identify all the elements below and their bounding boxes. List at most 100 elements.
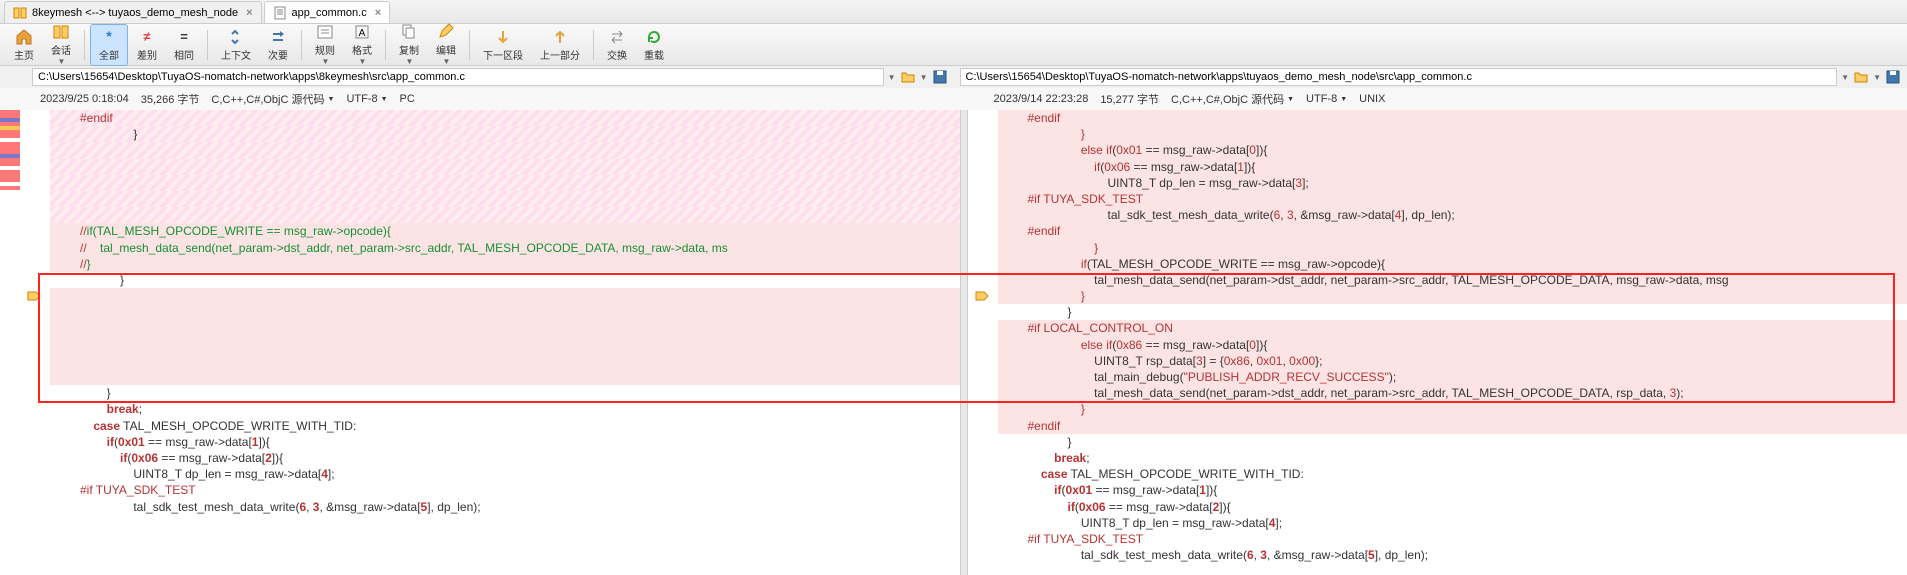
info-right: 2023/9/14 22:23:28 15,277 字节 C,C++,C#,Ob… bbox=[954, 88, 1907, 110]
toolbar: 主页 会话▼ *全部 ≠差别 =相同 上下文 次要 规则▼ A格式▼ 复制▼ 编… bbox=[0, 24, 1907, 66]
svg-text:A: A bbox=[359, 28, 366, 39]
path-left: ▼ ▼ bbox=[0, 66, 954, 88]
toolbar-label: 上下文 bbox=[221, 47, 251, 62]
all-icon: * bbox=[100, 28, 118, 46]
editor-pane-left[interactable]: #endif } //if(TAL_MESH_OPCODE_WRITE == m… bbox=[20, 110, 960, 575]
reload-button[interactable]: 重载 bbox=[636, 25, 672, 65]
session-icon bbox=[52, 23, 70, 41]
toolbar-label: 次要 bbox=[268, 47, 288, 62]
info-encoding[interactable]: UTF-8▼ bbox=[346, 93, 387, 105]
same-button[interactable]: = 相同 bbox=[166, 25, 202, 65]
copy-button[interactable]: 复制▼ bbox=[391, 20, 427, 69]
close-icon[interactable]: × bbox=[375, 7, 381, 19]
context-button[interactable]: 上下文 bbox=[213, 25, 259, 65]
code-text: #if TUYA_SDK_TEST bbox=[80, 483, 196, 497]
next-icon bbox=[269, 28, 287, 46]
close-icon[interactable]: × bbox=[246, 7, 252, 19]
next-button[interactable]: 次要 bbox=[260, 25, 296, 65]
save-icon[interactable] bbox=[932, 69, 948, 85]
tab-compare[interactable]: 8keymesh <--> tuyaos_demo_mesh_node × bbox=[4, 1, 262, 23]
minimap-marks[interactable] bbox=[0, 110, 20, 575]
save-icon[interactable] bbox=[1885, 69, 1901, 85]
code-text: } bbox=[87, 257, 91, 271]
file-icon bbox=[273, 6, 287, 20]
path-input-left[interactable] bbox=[32, 68, 884, 86]
chevron-down-icon: ▼ bbox=[322, 57, 330, 66]
home-button[interactable]: 主页 bbox=[6, 25, 42, 65]
code-content-right: #endif } else if(0x01 == msg_raw->data[0… bbox=[998, 110, 1907, 563]
code-text: #endif bbox=[80, 111, 113, 125]
svg-text:*: * bbox=[106, 28, 112, 44]
code-text: } bbox=[80, 273, 124, 287]
folder-open-icon[interactable] bbox=[900, 69, 916, 85]
svg-text:=: = bbox=[180, 29, 188, 44]
chevron-down-icon[interactable]: ▼ bbox=[888, 73, 896, 82]
editor-pane-right[interactable]: #endif } else if(0x01 == msg_raw->data[0… bbox=[968, 110, 1907, 575]
toolbar-label: 重载 bbox=[644, 47, 664, 62]
info-lang[interactable]: C,C++,C#,ObjC 源代码▼ bbox=[211, 91, 334, 107]
session-button[interactable]: 会话▼ bbox=[43, 20, 79, 69]
info-lang[interactable]: C,C++,C#,ObjC 源代码▼ bbox=[1171, 91, 1294, 107]
tabs-bar: 8keymesh <--> tuyaos_demo_mesh_node × ap… bbox=[0, 0, 1907, 24]
separator bbox=[301, 30, 302, 60]
toolbar-label: 差别 bbox=[137, 47, 157, 62]
info-left: 2023/9/25 0:18:04 35,266 字节 C,C++,C#,Obj… bbox=[0, 88, 954, 110]
tab-label: 8keymesh <--> tuyaos_demo_mesh_node bbox=[32, 7, 238, 19]
chevron-down-icon: ▼ bbox=[443, 57, 451, 66]
arrows-icon bbox=[227, 28, 245, 46]
info-size: 35,266 字节 bbox=[141, 91, 200, 107]
chevron-down-icon[interactable]: ▼ bbox=[1841, 73, 1849, 82]
toolbar-label: 会话 bbox=[51, 42, 71, 57]
chevron-down-icon[interactable]: ▼ bbox=[920, 73, 928, 82]
chevron-down-icon: ▼ bbox=[406, 57, 414, 66]
code-text: } bbox=[1028, 241, 1099, 255]
diff-button[interactable]: ≠ 差别 bbox=[129, 25, 165, 65]
info-date: 2023/9/14 22:23:28 bbox=[994, 93, 1089, 105]
prevsection-button[interactable]: 上一部分 bbox=[532, 25, 588, 65]
diff-arrow-icon[interactable] bbox=[972, 288, 992, 304]
nextsection-button[interactable]: 下一区段 bbox=[475, 25, 531, 65]
chevron-down-icon: ▼ bbox=[359, 57, 367, 66]
all-button[interactable]: *全部 bbox=[90, 24, 128, 66]
swap-button[interactable]: 交换 bbox=[599, 25, 635, 65]
info-encoding[interactable]: UTF-8▼ bbox=[1306, 93, 1347, 105]
path-right: ▼ ▼ bbox=[954, 66, 1907, 88]
toolbar-label: 格式 bbox=[352, 42, 372, 57]
code-text: if(TAL_MESH_OPCODE_WRITE == msg_raw->opc… bbox=[87, 224, 391, 238]
info-size: 15,277 字节 bbox=[1100, 91, 1159, 107]
folder-open-icon[interactable] bbox=[1853, 69, 1869, 85]
code-text: #endif bbox=[1028, 419, 1061, 433]
code-text: tal_mesh_data_send(net_param->dst_addr, … bbox=[87, 241, 728, 255]
format-icon: A bbox=[353, 23, 371, 41]
separator bbox=[469, 30, 470, 60]
code-text: #if LOCAL_CONTROL_ON bbox=[1028, 321, 1173, 335]
toolbar-label: 下一区段 bbox=[483, 47, 523, 62]
editor-area: #endif } //if(TAL_MESH_OPCODE_WRITE == m… bbox=[0, 110, 1907, 575]
path-input-right[interactable] bbox=[960, 68, 1838, 86]
code-text: } bbox=[80, 386, 111, 400]
rules-button[interactable]: 规则▼ bbox=[307, 20, 343, 69]
diff-arrow-icon[interactable] bbox=[24, 288, 44, 304]
pane-divider[interactable] bbox=[960, 110, 968, 575]
swap-icon bbox=[608, 28, 626, 46]
info-eol: UNIX bbox=[1359, 93, 1385, 105]
toolbar-label: 相同 bbox=[174, 47, 194, 62]
compare-icon bbox=[13, 6, 27, 20]
toolbar-label: 编辑 bbox=[436, 42, 456, 57]
toolbar-label: 上一部分 bbox=[540, 47, 580, 62]
code-text: #if TUYA_SDK_TEST bbox=[1028, 192, 1144, 206]
format-button[interactable]: A 格式▼ bbox=[344, 20, 380, 69]
code-text: } bbox=[1028, 402, 1085, 416]
toolbar-label: 规则 bbox=[315, 42, 335, 57]
reload-icon bbox=[645, 28, 663, 46]
down-arrow-icon bbox=[494, 28, 512, 46]
code-text: tal_mesh_data_send(net_param->dst_addr, … bbox=[1028, 273, 1729, 287]
copy-icon bbox=[400, 23, 418, 41]
separator bbox=[593, 30, 594, 60]
code-text: } bbox=[80, 127, 137, 141]
chevron-down-icon[interactable]: ▼ bbox=[1873, 73, 1881, 82]
toolbar-label: 主页 bbox=[14, 47, 34, 62]
code-text: #if TUYA_SDK_TEST bbox=[1028, 532, 1144, 546]
svg-text:≠: ≠ bbox=[143, 29, 150, 44]
edit-button[interactable]: 编辑▼ bbox=[428, 20, 464, 69]
